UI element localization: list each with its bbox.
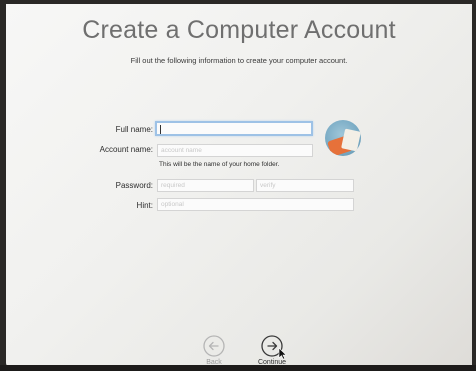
password-placeholder: required: [161, 182, 185, 189]
screen-bezel: [0, 365, 476, 371]
password-hint-field[interactable]: optional: [157, 198, 354, 211]
full-name-field[interactable]: [155, 121, 313, 136]
password-label: Password:: [115, 181, 153, 190]
text-caret: [160, 125, 161, 134]
account-name-hint: This will be the name of your home folde…: [159, 161, 280, 168]
account-name-label: Account name:: [99, 145, 153, 154]
full-name-label: Full name:: [115, 125, 153, 134]
account-name-field[interactable]: account name: [157, 144, 313, 157]
password-field[interactable]: required: [157, 179, 254, 192]
page-title: Create a Computer Account: [82, 16, 396, 44]
avatar-shape-white: [341, 128, 361, 152]
back-arrow-icon[interactable]: [202, 334, 226, 358]
user-picture-avatar[interactable]: [325, 120, 361, 156]
password-hint-label: Hint:: [136, 201, 153, 210]
setup-assistant-screen: Create a Computer Account Fill out the f…: [6, 4, 472, 367]
mouse-pointer-icon: [278, 347, 287, 360]
password-verify-placeholder: verify: [260, 182, 276, 189]
account-name-placeholder: account name: [161, 147, 202, 154]
password-hint-placeholder: optional: [161, 201, 184, 208]
page-subtitle: Fill out the following information to cr…: [130, 56, 348, 65]
password-verify-field[interactable]: verify: [256, 179, 354, 192]
